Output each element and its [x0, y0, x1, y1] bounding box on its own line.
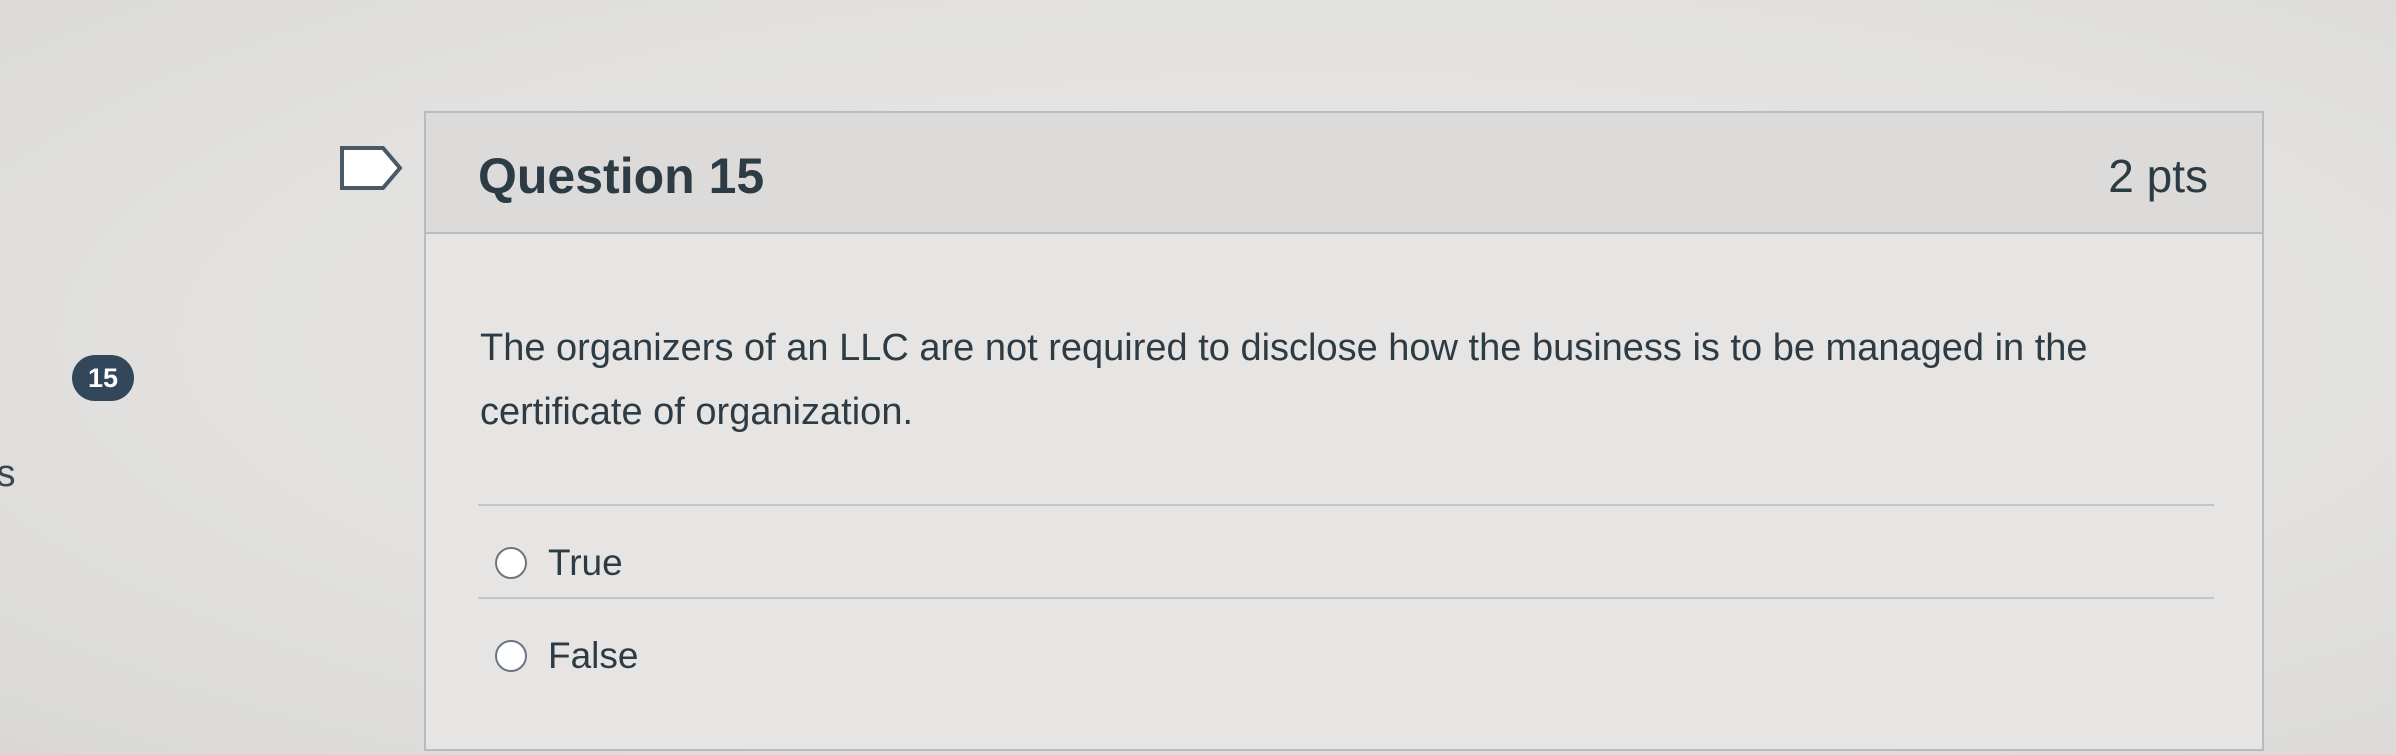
- answers-top-divider: [478, 504, 2214, 506]
- answer-label-false: False: [548, 635, 639, 676]
- question-points: 2 pts: [2108, 150, 2208, 202]
- answer-option-false[interactable]: False: [495, 633, 638, 679]
- question-text: The organizers of an LLC are not require…: [480, 327, 2088, 433]
- answer-option-true[interactable]: True: [495, 540, 623, 586]
- side-panel-partial-text: ts: [0, 453, 16, 495]
- radio-unchecked-icon[interactable]: [495, 640, 527, 672]
- question-title: Question 15: [478, 148, 765, 204]
- answers-divider: [478, 597, 2214, 599]
- flag-question-icon[interactable]: [339, 145, 403, 191]
- question-header: Question 15 2 pts: [426, 113, 2262, 234]
- answer-label-true: True: [548, 542, 623, 583]
- question-card: Question 15 2 pts The organizers of an L…: [424, 111, 2264, 751]
- radio-unchecked-icon[interactable]: [495, 547, 527, 579]
- question-nav-badge[interactable]: 15: [72, 355, 134, 401]
